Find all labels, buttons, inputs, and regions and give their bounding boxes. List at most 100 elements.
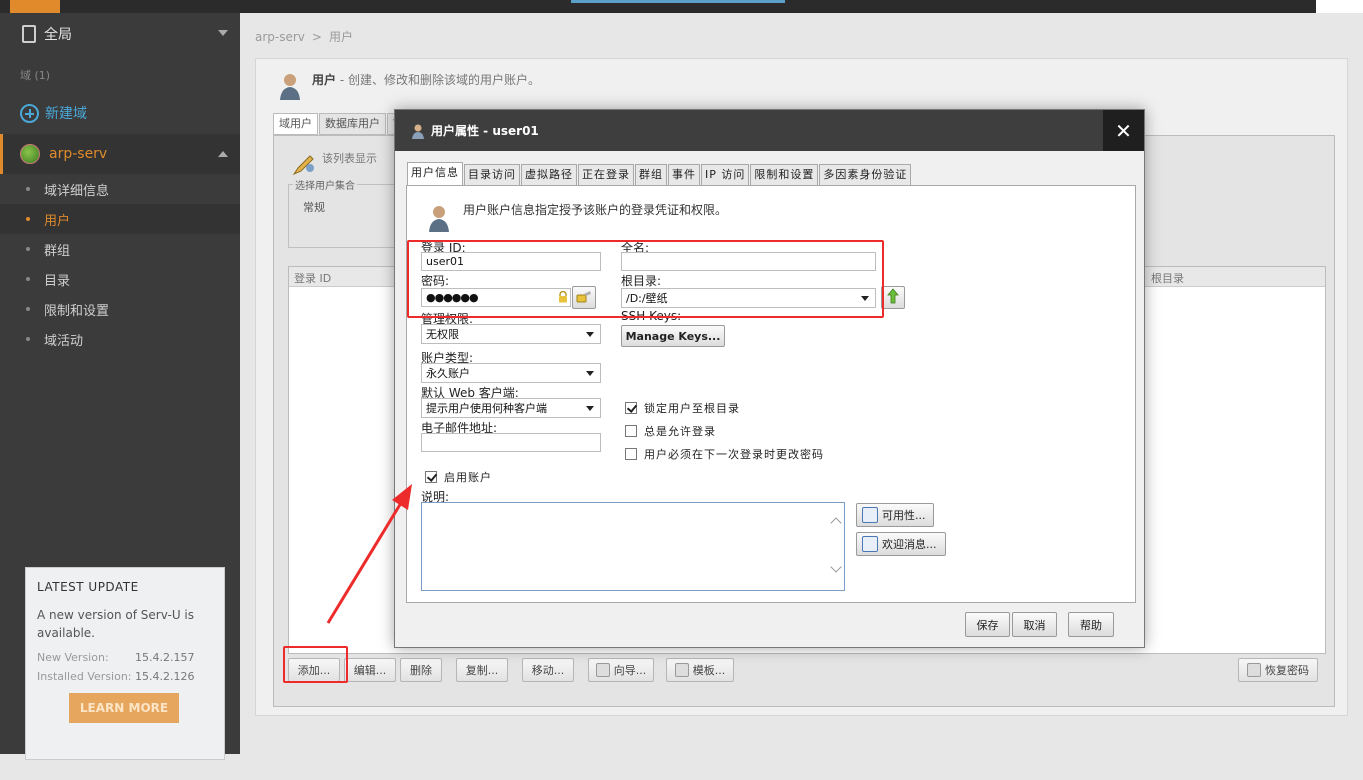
top-center-indicator [571, 0, 785, 3]
recover-password-button[interactable]: 恢复密码 [1238, 658, 1318, 682]
admin-privilege-select[interactable]: 无权限 [421, 324, 601, 344]
edit-user-button[interactable]: 编辑... [344, 658, 396, 682]
installed-version-label: Installed Version: [37, 670, 132, 683]
close-button[interactable]: ✕ [1103, 110, 1144, 151]
sidebar-item-domain-activity[interactable]: 域活动 [0, 324, 240, 354]
welcome-message-icon [862, 536, 878, 552]
tab-limits[interactable]: 限制和设置 [750, 164, 819, 185]
wizard-button[interactable]: 向导... [588, 658, 654, 682]
breadcrumb-root[interactable]: arp-serv [255, 30, 305, 44]
tab-groups[interactable]: 群组 [635, 164, 667, 185]
annotation-arrow [326, 484, 412, 624]
user-collection-value[interactable]: 常规 [303, 199, 325, 215]
bullet-icon [26, 307, 30, 311]
chevron-down-icon [586, 406, 594, 411]
dialog-tabs: 用户信息 目录访问 虚拟路径 正在登录 群组 事件 IP 访问 限制和设置 多因… [407, 162, 912, 185]
tab-mfa[interactable]: 多因素身份验证 [819, 164, 912, 185]
template-label: 模板... [692, 664, 726, 677]
dialog-title-bar: 用户属性 - user01 [395, 110, 1144, 151]
user-info-intro: 用户账户信息指定授予该账户的登录凭证和权限。 [427, 201, 727, 233]
availability-button[interactable]: 可用性... [856, 503, 934, 527]
wizard-label: 向导... [613, 664, 647, 677]
move-user-button[interactable]: 移动... [522, 658, 574, 682]
user-collection-legend: 选择用户集合 [293, 177, 357, 192]
lock-root-checkbox[interactable]: 锁定用户至根目录 [625, 400, 740, 416]
user-info-intro-text: 用户账户信息指定授予该账户的登录凭证和权限。 [463, 203, 728, 217]
manage-keys-button[interactable]: Manage Keys... [621, 325, 725, 347]
sidebar-domains-count: 域 (1) [20, 69, 51, 82]
tab-ip-access[interactable]: IP 访问 [701, 164, 750, 185]
bullet-icon [26, 247, 30, 251]
learn-more-button[interactable]: LEARN MORE [69, 693, 179, 723]
help-button[interactable]: 帮助 [1068, 612, 1114, 637]
lock-root-label: 锁定用户至根目录 [644, 402, 740, 415]
page-title-bold: 用户 [312, 73, 337, 87]
user-icon [278, 71, 304, 101]
scroll-down-icon[interactable] [830, 561, 842, 573]
sidebar-item-groups[interactable]: 群组 [0, 234, 240, 264]
browse-root-dir-button[interactable] [881, 286, 905, 309]
always-allow-login-label: 总是允许登录 [644, 425, 716, 438]
sidebar-item-users[interactable]: 用户 [0, 204, 240, 234]
availability-label: 可用性... [882, 509, 926, 522]
chevron-down-icon [218, 30, 228, 36]
bullet-icon [26, 337, 30, 341]
enable-account-checkbox[interactable]: 启用账户 [425, 469, 492, 485]
enable-account-label: 启用账户 [444, 471, 492, 484]
tab-user-info[interactable]: 用户信息 [407, 162, 463, 185]
user-icon [427, 203, 453, 233]
page-title-desc: - 创建、修改和删除该域的用户账户。 [336, 73, 540, 87]
top-right-area [1316, 0, 1363, 13]
account-type-select[interactable]: 永久账户 [421, 363, 601, 383]
sidebar-item-label: 域详细信息 [44, 183, 110, 199]
template-button[interactable]: 模板... [666, 658, 734, 682]
sidebar-item-label: 域活动 [44, 333, 84, 349]
description-textarea[interactable] [421, 502, 845, 591]
sidebar-global[interactable]: 全局 [0, 13, 240, 55]
annotation-highlight-credentials [407, 240, 884, 318]
checkbox-checked-icon [425, 471, 437, 483]
tab-virtual-paths[interactable]: 虚拟路径 [521, 164, 577, 185]
tab-logging-in[interactable]: 正在登录 [578, 164, 634, 185]
scroll-up-icon[interactable] [830, 517, 842, 529]
tab-dir-access[interactable]: 目录访问 [464, 164, 520, 185]
bullet-icon [26, 277, 30, 281]
cancel-button[interactable]: 取消 [1012, 612, 1057, 637]
tab-database-users[interactable]: 数据库用户 [319, 113, 386, 135]
sidebar-item-domain-details[interactable]: 域详细信息 [0, 174, 240, 204]
bullet-icon [26, 217, 30, 221]
column-root-dir[interactable]: 根目录 [1151, 270, 1184, 286]
chevron-up-icon [218, 151, 228, 157]
tab-domain-users[interactable]: 域用户 [273, 113, 318, 135]
sidebar-item-directories[interactable]: 目录 [0, 264, 240, 294]
web-client-select[interactable]: 提示用户使用何种客户端 [421, 398, 601, 418]
chevron-down-icon [586, 332, 594, 337]
must-change-password-checkbox[interactable]: 用户必须在下一次登录时更改密码 [625, 446, 824, 462]
sidebar-item-limits[interactable]: 限制和设置 [0, 294, 240, 324]
save-button[interactable]: 保存 [965, 612, 1010, 637]
latest-update-panel: LATEST UPDATE A new version of Serv-U is… [25, 567, 225, 760]
copy-user-button[interactable]: 复制... [456, 658, 508, 682]
delete-user-button[interactable]: 删除 [400, 658, 442, 682]
user-collection-group: 选择用户集合 常规 [288, 177, 408, 248]
annotation-highlight-add-button [283, 646, 348, 683]
list-note: 该列表显示 [290, 150, 377, 178]
user-icon [411, 123, 425, 139]
dialog-title: 用户属性 - user01 [431, 124, 539, 138]
add-circle-icon [20, 103, 39, 123]
sidebar-item-label: 用户 [44, 213, 71, 229]
availability-icon [862, 507, 878, 523]
welcome-message-label: 欢迎消息... [882, 538, 937, 551]
welcome-message-button[interactable]: 欢迎消息... [856, 532, 946, 556]
top-bar [0, 0, 1363, 13]
sidebar-domain-arp-serv[interactable]: arp-serv [0, 134, 240, 174]
tab-events[interactable]: 事件 [668, 164, 700, 185]
always-allow-login-checkbox[interactable]: 总是允许登录 [625, 423, 716, 439]
email-input[interactable] [421, 433, 601, 452]
checkbox-icon [625, 448, 637, 460]
breadcrumb: arp-serv > 用户 [255, 28, 353, 45]
column-login-id[interactable]: 登录 ID [294, 270, 331, 286]
new-domain-button[interactable]: 新建域 [20, 103, 87, 123]
checkbox-checked-icon [625, 402, 637, 414]
brand-logo[interactable] [10, 0, 60, 13]
